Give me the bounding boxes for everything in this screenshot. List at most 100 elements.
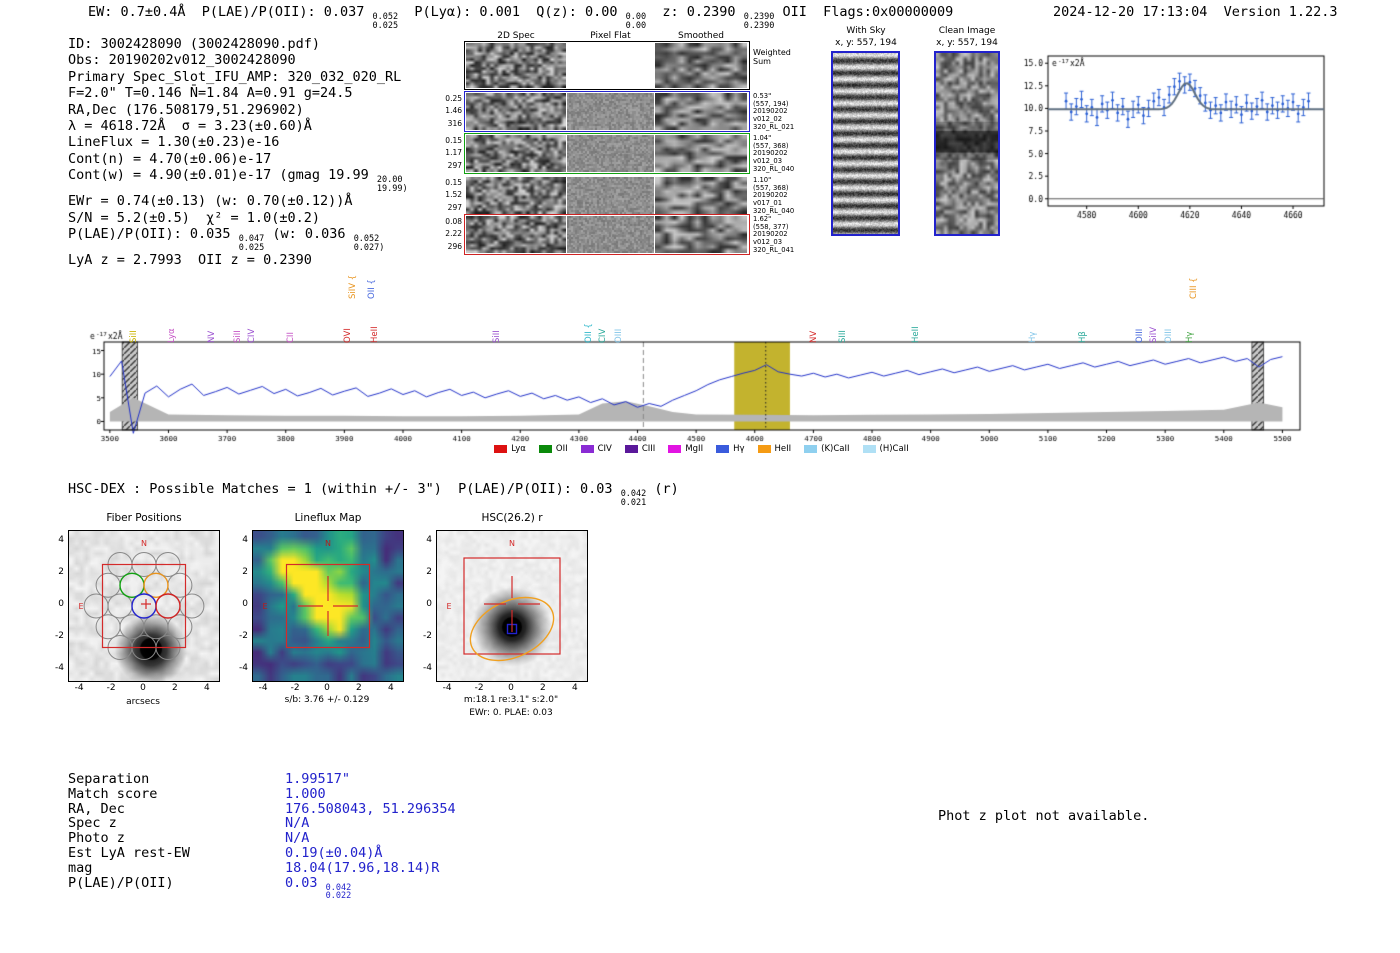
lineflux-map-panel: N E: [252, 530, 404, 682]
legend-item: HeII: [758, 444, 792, 454]
col-header-2d-spec: 2D Spec: [466, 31, 566, 41]
fiber-xaxis-label: arcsecs: [68, 697, 218, 707]
fiber-row-pixel-flat: [567, 135, 654, 172]
fiber-row-weights: 0.082.22296: [436, 216, 462, 253]
weighted-smoothed-image: [655, 43, 747, 88]
catalog-match-table: Separation1.99517"Match score1.000RA, De…: [68, 772, 456, 901]
fiber-ytick: 4: [46, 535, 64, 545]
fiber-positions-overlay: N E: [69, 531, 219, 681]
info-line: ID: 3002428090 (3002428090.pdf): [68, 36, 408, 52]
stacked-uncertainty: 0.23900.2390: [744, 13, 775, 30]
fiber-xtick: 2: [166, 683, 184, 693]
hsc-subtext-1: m:18.1 re:3.1" s:2.0": [416, 695, 606, 705]
lineflux-ytick: -4: [230, 663, 248, 673]
fiber-row-weights: 0.251.46316: [436, 93, 462, 130]
stacked-uncertainty: 0.0420.022: [326, 884, 352, 901]
match-table-row: mag18.04(17.96,18.14)R: [68, 861, 456, 876]
legend-item: CIII: [625, 444, 655, 454]
match-table-row: RA, Dec176.508043, 51.296354: [68, 802, 456, 817]
fiber-row-smoothed: [655, 177, 747, 214]
hsc-xtick: 4: [566, 683, 584, 693]
legend-item: Hγ: [716, 444, 744, 454]
legend-label: CIII: [642, 444, 655, 454]
fiber-xtick: -4: [70, 683, 88, 693]
fiber-circle-green: [120, 573, 144, 597]
summary-header: EW: 0.7±0.4Å P(LAE)/P(OII): 0.037 0.0520…: [88, 4, 953, 30]
compass-north-label: N: [509, 539, 515, 548]
hsc-ytick: 2: [414, 567, 432, 577]
info-line: Cont(w) = 4.90(±0.01)e-17 (gmag 19.99 20…: [68, 167, 408, 193]
match-table-label: P(LAE)/P(OII): [68, 876, 285, 891]
fiber-xtick: -2: [102, 683, 120, 693]
compass-east-label: E: [78, 602, 83, 611]
info-line: Obs: 20190202v012_3002428090: [68, 52, 408, 68]
match-table-value: N/A: [285, 830, 309, 846]
info-line: RA,Dec (176.508179,51.296902): [68, 102, 408, 118]
info-line: LyA z = 2.7993 OII z = 0.2390: [68, 252, 408, 268]
lineflux-overlay: N E: [253, 531, 403, 681]
legend-swatch: [625, 445, 638, 453]
fiber-circle-orange: [144, 573, 168, 597]
fiber-row-annotation: 1.10"(557, 368)20190202v017_01320_RL_040: [753, 177, 823, 216]
full-spectrum-plot: [88, 330, 1315, 442]
match-table-label: mag: [68, 861, 285, 876]
hsc-ytick: -4: [414, 663, 432, 673]
compass-north-label: N: [141, 539, 147, 548]
match-table-row: P(LAE)/P(OII)0.03 0.0420.022: [68, 876, 456, 901]
match-table-value: 0.19(±0.04)Å: [285, 845, 383, 861]
legend-item: CIV: [581, 444, 612, 454]
fiber-circle-blue: [132, 594, 156, 618]
fiber-positions-title: Fiber Positions: [68, 512, 220, 524]
fiber-xtick: 4: [198, 683, 216, 693]
info-line: EWr = 0.74(±0.13) (w: 0.70(±0.12))Å: [68, 193, 408, 209]
fiber-row-weights: 0.151.17297: [436, 135, 462, 172]
match-table-row: Photo zN/A: [68, 831, 456, 846]
fiber-row-2d-spec: [466, 177, 566, 214]
emission-line-fit-plot: [1018, 48, 1330, 228]
hsc-xtick: -4: [438, 683, 456, 693]
match-table-row: Spec zN/A: [68, 816, 456, 831]
fiber-row-annotation: 0.53"(557, 194)20190202v012_02320_RL_021: [753, 93, 823, 132]
spectral-line-label: OII {: [367, 279, 378, 299]
fiber-row-weights: 0.151.52297: [436, 177, 462, 214]
extraction-box: [464, 558, 560, 654]
fiber-row-2d-spec: [466, 93, 566, 130]
fiber-row-2d-spec: [466, 135, 566, 172]
stacked-uncertainty: 0.000.00: [626, 13, 646, 30]
hscdex-matches-line: HSC-DEX : Possible Matches = 1 (within +…: [68, 481, 679, 507]
legend-label: (H)CaII: [880, 444, 909, 454]
match-table-value: N/A: [285, 815, 309, 831]
compass-north-label: N: [325, 539, 331, 548]
lineflux-ytick: 2: [230, 567, 248, 577]
lineflux-xtick: -4: [254, 683, 272, 693]
lineflux-ytick: 4: [230, 535, 248, 545]
fiber-xtick: 0: [134, 683, 152, 693]
hsc-ytick: -2: [414, 631, 432, 641]
match-table-label: RA, Dec: [68, 802, 285, 817]
fiber-ytick: -4: [46, 663, 64, 673]
hsc-ytick: 4: [414, 535, 432, 545]
fiber-ytick: 2: [46, 567, 64, 577]
hsc-subtext-2: EWr: 0. PLAE: 0.03: [416, 708, 606, 718]
with-sky-image: [833, 53, 898, 234]
col-header-smoothed: Smoothed: [655, 31, 747, 41]
match-table-value: 18.04(17.96,18.14)R: [285, 860, 439, 876]
col-header-pixel-flat: Pixel Flat: [567, 31, 654, 41]
clean-image-title: Clean Image: [928, 26, 1006, 36]
legend-item: MgII: [668, 444, 703, 454]
spectral-line-label: SiIV {: [348, 275, 359, 299]
match-table-row: Separation1.99517": [68, 772, 456, 787]
match-table-label: Spec z: [68, 816, 285, 831]
info-line: F=2.0" T=0.146 N̄=1.84 A=0.91 g=24.5: [68, 85, 408, 101]
legend-swatch: [494, 445, 507, 453]
clean-image: [936, 53, 998, 234]
fiber-ytick: -2: [46, 631, 64, 641]
match-table-label: Photo z: [68, 831, 285, 846]
lineflux-xtick: 2: [350, 683, 368, 693]
match-table-value: 176.508043, 51.296354: [285, 801, 456, 817]
hsc-image-title: HSC(26.2) r: [436, 512, 588, 524]
legend-swatch: [758, 445, 771, 453]
lineflux-xtick: 4: [382, 683, 400, 693]
legend-item: OII: [539, 444, 568, 454]
info-line: Primary Spec_Slot_IFU_AMP: 320_032_020_R…: [68, 69, 408, 85]
